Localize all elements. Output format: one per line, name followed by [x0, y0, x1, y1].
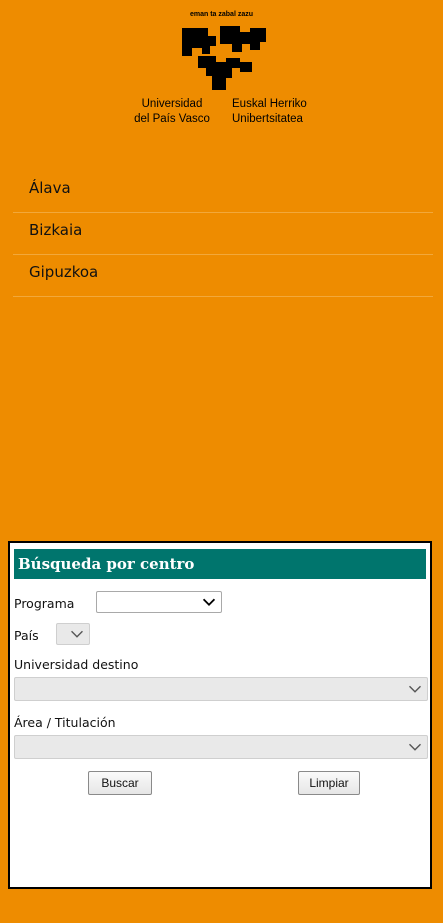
area-titulacion-label: Área / Titulación [14, 715, 116, 730]
search-panel-title: Búsqueda por centro [14, 549, 426, 579]
university-logo-icon [182, 26, 266, 90]
area-titulacion-select[interactable] [14, 735, 428, 759]
nav-item-gipuzkoa[interactable]: Gipuzkoa [13, 255, 433, 297]
universidad-destino-label: Universidad destino [14, 657, 139, 672]
university-name-es: Universidad del País Vasco [117, 97, 227, 127]
chevron-down-icon [202, 598, 216, 607]
chevron-down-icon [409, 743, 421, 751]
header: eman ta zabal zazu Universidad del País … [0, 0, 443, 150]
programa-select[interactable] [96, 591, 222, 613]
search-panel: Búsqueda por centro Programa País Univer… [8, 541, 432, 889]
universidad-destino-select[interactable] [14, 677, 428, 701]
pais-select[interactable] [56, 623, 90, 645]
university-name-es-line1: Universidad [141, 98, 203, 110]
university-name-eu-line1: Euskal Herriko [232, 98, 307, 110]
university-name-eu-line2: Unibertsitatea [232, 113, 303, 125]
programa-label: Programa [14, 596, 75, 611]
pais-label: País [14, 628, 39, 643]
motto: eman ta zabal zazu [189, 11, 254, 18]
university-name-es-line2: del País Vasco [134, 113, 210, 125]
province-nav: Álava Bizkaia Gipuzkoa [13, 171, 433, 297]
nav-item-alava[interactable]: Álava [13, 171, 433, 213]
limpiar-button[interactable]: Limpiar [298, 771, 360, 795]
buscar-button[interactable]: Buscar [88, 771, 152, 795]
university-name-eu: Euskal Herriko Unibertsitatea [232, 97, 342, 127]
nav-item-bizkaia[interactable]: Bizkaia [13, 213, 433, 255]
chevron-down-icon [409, 685, 421, 693]
chevron-down-icon [71, 630, 83, 638]
